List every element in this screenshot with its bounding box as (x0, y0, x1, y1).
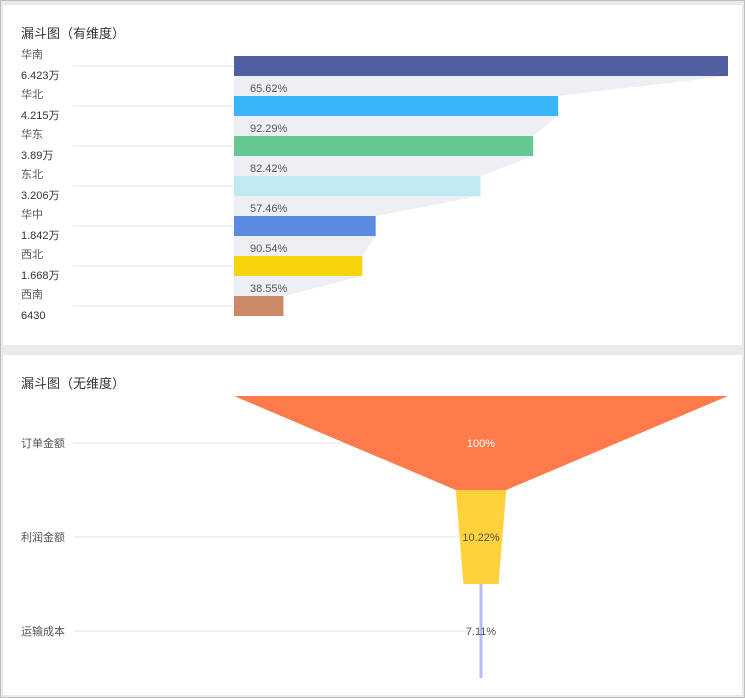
funnel-chart-with-dimension: 华南 6.423万华北 4.215万华东 3.89万东北 3.206万华中 1.842万西… (21, 47, 728, 322)
value-label: 3.89万 (21, 150, 53, 162)
category-label: 东北 (21, 168, 43, 181)
value-label: 1.842万 (21, 230, 60, 242)
value-label: 4.215万 (21, 110, 60, 122)
conversion-label: 65.62% (250, 83, 288, 95)
value-label: 7.11% (466, 626, 497, 638)
category-label: 西北 (21, 248, 43, 261)
funnel-bar (234, 136, 534, 156)
funnel-bar (234, 256, 363, 276)
conversion-label: 82.42% (250, 163, 288, 175)
funnel-connector (234, 76, 728, 96)
funnel-bar (234, 216, 376, 236)
funnel-chart-no-dimension: 订单金额 100% 利润金额 10.22% 运输成本 7.11% (21, 396, 728, 678)
conversion-label: 92.29% (250, 123, 288, 135)
funnel-bar (234, 96, 559, 116)
funnel-bar (234, 56, 728, 76)
conversion-label: 57.46% (250, 203, 288, 215)
category-label: 利润金额 (21, 530, 65, 544)
category-label: 华东 (21, 127, 43, 141)
category-label: 运输成本 (21, 624, 65, 638)
funnel-bar (234, 176, 481, 196)
value-label: 10.22% (462, 532, 500, 544)
category-label: 订单金额 (21, 436, 65, 450)
chart-frame: 漏斗图（有维度） 华南 6.423万 华北 4.215万 华东 3.89万 东北 3.206万… (0, 0, 745, 698)
category-label: 西南 (21, 288, 43, 301)
category-label: 华中 (21, 207, 43, 221)
value-label: 6.423万 (21, 70, 60, 82)
value-label: 6430 (21, 310, 45, 322)
funnel-bar (234, 296, 284, 316)
conversion-label: 38.55% (250, 283, 288, 295)
category-label: 华北 (21, 87, 43, 101)
value-label: 1.668万 (21, 270, 60, 282)
funnel-panel-no-dimension: 漏斗图（无维度） 订单金额 100% 利润金额 10.22% 运输成本 7.11% (3, 355, 742, 695)
value-label: 100% (467, 438, 495, 450)
funnel-panel-with-dimension: 漏斗图（有维度） 华南 6.423万 华北 4.215万 华东 3.89万 东北 3.206万… (3, 5, 742, 345)
value-label: 3.206万 (21, 190, 60, 202)
conversion-label: 90.54% (250, 243, 288, 255)
category-label: 华南 (21, 47, 43, 61)
